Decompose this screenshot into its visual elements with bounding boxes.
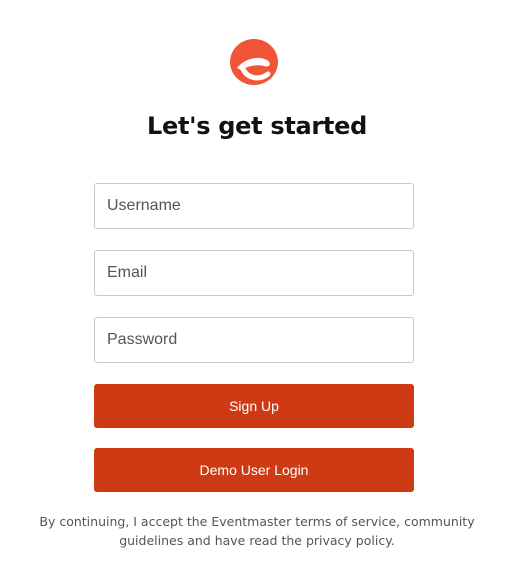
demo-user-login-button[interactable]: Demo User Login (94, 448, 414, 492)
page-title: Let's get started (147, 112, 367, 140)
email-input[interactable] (94, 250, 414, 296)
password-input[interactable] (94, 317, 414, 363)
eventmaster-logo-icon (228, 37, 280, 87)
sign-up-button[interactable]: Sign Up (94, 384, 414, 428)
terms-text: By continuing, I accept the Eventmaster … (39, 514, 475, 548)
username-input[interactable] (94, 183, 414, 229)
